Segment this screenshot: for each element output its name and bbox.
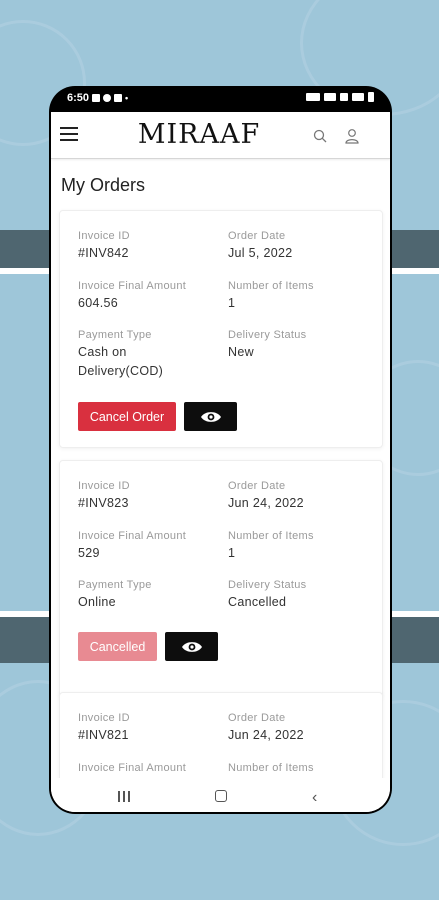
order-date-label: Order Date: [228, 480, 286, 492]
delivery-status-label: Delivery Status: [228, 329, 307, 341]
app-screen: MIRAAF My Orders Invoice ID #INV842 Orde…: [51, 112, 390, 812]
payment-type-label: Payment Type: [78, 579, 152, 591]
eye-icon: [181, 641, 202, 652]
payment-type-value: Online: [78, 595, 116, 609]
order-card: Invoice ID #INV823 Order Date Jun 24, 20…: [59, 460, 383, 698]
order-date-value: Jun 24, 2022: [228, 496, 304, 510]
signal-2-icon: [352, 93, 364, 101]
menu-icon[interactable]: [60, 127, 78, 141]
home-icon[interactable]: [215, 790, 227, 802]
phone-frame: 6:50 • MIRAAF My Orders Invoice ID #INV8…: [49, 86, 392, 814]
num-items-label: Number of Items: [228, 280, 314, 292]
message-notification-icon: [114, 94, 123, 102]
delivery-status-value: New: [228, 345, 254, 359]
invoice-id-value: #INV823: [78, 496, 129, 510]
delivery-status-label: Delivery Status: [228, 579, 307, 591]
final-amount-value: 529: [78, 546, 100, 560]
num-items-value: 1: [228, 546, 236, 560]
back-icon[interactable]: ‹: [312, 789, 317, 807]
network-icon: [306, 93, 320, 101]
cancel-order-button[interactable]: Cancel Order: [78, 402, 176, 431]
num-items-value: 1: [228, 296, 236, 310]
signal-icon: [340, 93, 348, 101]
payment-type-label: Payment Type: [78, 329, 152, 341]
system-nav-bar: ‹: [51, 778, 390, 812]
eye-icon: [200, 411, 221, 422]
invoice-id-label: Invoice ID: [78, 712, 130, 724]
whatsapp-notification-icon: [103, 94, 112, 102]
gallery-notification-icon: [92, 94, 101, 102]
final-amount-label: Invoice Final Amount: [78, 280, 187, 292]
invoice-id-label: Invoice ID: [78, 230, 130, 242]
payment-type-value: Cash on Delivery(COD): [78, 345, 164, 378]
app-bar: MIRAAF: [51, 112, 390, 159]
volte-icon: [324, 93, 336, 101]
invoice-id-value: #INV842: [78, 246, 129, 260]
num-items-label: Number of Items: [228, 762, 314, 774]
order-date-value: Jul 5, 2022: [228, 246, 293, 260]
view-order-button[interactable]: [184, 402, 237, 431]
order-card: Invoice ID #INV821 Order Date Jun 24, 20…: [59, 692, 383, 783]
recents-icon[interactable]: [118, 791, 130, 802]
delivery-status-value: Cancelled: [228, 595, 287, 609]
view-order-button[interactable]: [165, 632, 218, 661]
more-notifications-icon: •: [125, 93, 129, 103]
battery-icon: [368, 92, 374, 102]
num-items-label: Number of Items: [228, 530, 314, 542]
brand-logo[interactable]: MIRAAF: [137, 119, 261, 150]
search-icon[interactable]: [313, 129, 327, 143]
account-icon[interactable]: [344, 128, 360, 144]
page-title: My Orders: [61, 175, 146, 195]
final-amount-label: Invoice Final Amount: [78, 762, 187, 774]
status-time: 6:50: [67, 92, 90, 104]
order-date-value: Jun 24, 2022: [228, 728, 304, 742]
status-bar: 6:50 •: [49, 86, 392, 112]
final-amount-value: 604.56: [78, 296, 119, 310]
cancelled-button[interactable]: Cancelled: [78, 632, 157, 661]
final-amount-label: Invoice Final Amount: [78, 530, 187, 542]
order-date-label: Order Date: [228, 712, 286, 724]
order-card: Invoice ID #INV842 Order Date Jul 5, 202…: [59, 210, 383, 448]
order-date-label: Order Date: [228, 230, 286, 242]
invoice-id-label: Invoice ID: [78, 480, 130, 492]
invoice-id-value: #INV821: [78, 728, 129, 742]
